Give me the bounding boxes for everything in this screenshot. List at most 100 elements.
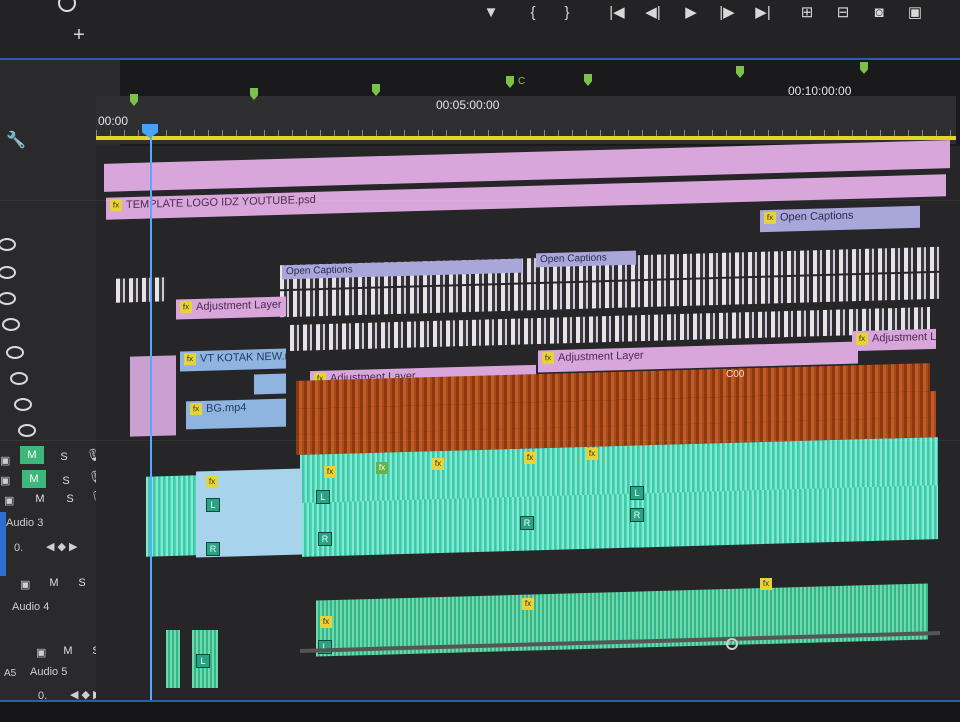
clip-label-coo: C00	[726, 369, 744, 380]
channel-left-label: L	[206, 498, 220, 512]
channel-right-label: R	[206, 542, 220, 556]
keyframe-prev-icon[interactable]: ◀ ◆ ▶	[46, 540, 78, 553]
timecode-5min: 00:05:00:00	[436, 98, 499, 112]
scroll-handle[interactable]	[726, 638, 738, 650]
track-target-highlight	[0, 512, 6, 576]
camera-icon[interactable]: ▣	[36, 646, 46, 659]
go-to-in-icon[interactable]: |◀	[606, 2, 628, 24]
clip-label: VT KOTAK NEW.n	[200, 350, 286, 365]
channel-left-label: L	[630, 486, 644, 500]
fx-badge: fx	[522, 598, 534, 610]
mark-out-icon[interactable]: }	[556, 2, 578, 24]
fx-badge: fx	[324, 466, 336, 478]
fx-badge: fx	[432, 458, 444, 470]
track-id: A5	[4, 668, 16, 679]
track-name: Audio 3	[6, 517, 43, 529]
eye-icon[interactable]	[18, 424, 36, 437]
timecode-start: 00:00	[98, 114, 128, 128]
play-icon[interactable]: ▶	[680, 2, 702, 24]
timecode-10min: 00:10:00:00	[788, 84, 851, 98]
step-back-icon[interactable]: ◀|	[642, 2, 664, 24]
lift-icon[interactable]: ⊞	[796, 2, 818, 24]
mute-button[interactable]: M	[42, 574, 66, 592]
eye-icon[interactable]	[14, 398, 32, 411]
clip-label: Adjustment Layer	[196, 299, 282, 313]
clip-adjustment-layer[interactable]: fx Adjustment Layer	[176, 296, 286, 319]
screen-artifact	[0, 200, 960, 201]
eye-icon[interactable]	[6, 346, 24, 359]
camera-icon[interactable]: ▣	[4, 494, 14, 507]
fx-badge: fx	[180, 301, 192, 313]
go-to-out-icon[interactable]: ▶|	[752, 2, 774, 24]
fx-badge: fx	[376, 462, 388, 474]
marker-icon[interactable]	[860, 62, 868, 74]
clip-vt-kotak[interactable]: fx VT KOTAK NEW.n	[180, 349, 286, 372]
clip-caption-stripes[interactable]	[116, 277, 166, 302]
marker-icon[interactable]	[506, 76, 514, 88]
fx-badge: fx	[206, 476, 218, 488]
fx-badge: fx	[764, 212, 776, 224]
clip-label: Open Captions	[780, 210, 853, 224]
solo-button[interactable]: S	[70, 574, 94, 592]
settings-icon[interactable]	[58, 0, 76, 12]
clip-label: BG.mp4	[206, 402, 246, 415]
clip-label: Adjustment Lay	[872, 330, 936, 344]
panel-border	[0, 700, 960, 722]
marker-icon[interactable]	[372, 84, 380, 96]
channel-left-label: L	[316, 490, 330, 504]
channel-right-label: R	[630, 508, 644, 522]
clip-open-captions[interactable]: Open Captions	[536, 251, 636, 268]
camera-icon[interactable]: ▣	[20, 578, 30, 591]
clip-pink-left[interactable]	[130, 355, 176, 436]
clip-label: TEMPLATE LOGO IDZ YOUTUBE.psd	[126, 194, 316, 211]
camera-icon[interactable]: ▣	[0, 474, 10, 487]
marker-icon[interactable]: ▼	[480, 2, 502, 24]
export-frame-icon[interactable]: ◙	[868, 2, 890, 24]
mute-button[interactable]: M	[20, 446, 44, 464]
wrench-icon[interactable]: 🔧	[6, 130, 26, 150]
clip-audio-waveform[interactable]	[146, 475, 196, 556]
solo-button[interactable]: S	[54, 472, 78, 490]
clip-adjustment-layer[interactable]: fx Adjustment Lay	[852, 329, 936, 351]
eye-icon[interactable]	[2, 318, 20, 331]
mute-button[interactable]: M	[22, 470, 46, 488]
playhead-line[interactable]	[150, 126, 152, 720]
solo-button[interactable]: S	[52, 448, 76, 466]
step-forward-icon[interactable]: |▶	[716, 2, 738, 24]
fx-badge: fx	[760, 578, 772, 590]
camera-icon[interactable]: ▣	[0, 454, 10, 467]
fx-badge: fx	[542, 352, 554, 364]
marker-c-label: C	[518, 76, 525, 87]
channel-left-label: L	[196, 654, 210, 668]
mute-button[interactable]: M	[56, 642, 80, 660]
track-name: Audio 4	[12, 601, 49, 613]
fx-badge: fx	[524, 452, 536, 464]
solo-button[interactable]: S	[58, 490, 82, 508]
fx-badge: fx	[110, 199, 122, 211]
fx-badge: fx	[184, 353, 196, 365]
fx-badge: fx	[320, 616, 332, 628]
channel-right-label: R	[520, 516, 534, 530]
marker-icon[interactable]	[584, 74, 592, 86]
channel-right-label: R	[318, 532, 332, 546]
fx-badge: fx	[856, 333, 868, 345]
track-name: Audio 5	[30, 666, 67, 678]
mute-button[interactable]: M	[28, 490, 52, 508]
clip-open-captions[interactable]: fx Open Captions	[760, 206, 920, 232]
clip-label: Adjustment Layer	[558, 350, 644, 364]
clip-audio-a5[interactable]	[166, 630, 180, 688]
work-area-bar[interactable]	[96, 136, 956, 140]
volume-value: 0.	[14, 542, 23, 554]
clip-bg-mp4[interactable]: fx BG.mp4	[186, 399, 286, 430]
compare-icon[interactable]: ▣	[904, 2, 926, 24]
fx-badge: fx	[190, 403, 202, 415]
marker-icon[interactable]	[736, 66, 744, 78]
plus-icon[interactable]: +	[68, 24, 90, 46]
mark-in-icon[interactable]: {	[522, 2, 544, 24]
fx-badge: fx	[586, 448, 598, 460]
clip-label: Open Captions	[540, 252, 607, 265]
program-monitor-toolbar: + ▼ { } |◀ ◀| ▶ |▶ ▶| ⊞ ⊟ ◙ ▣	[0, 0, 960, 60]
clip-blue-small[interactable]	[254, 374, 286, 395]
eye-icon[interactable]	[10, 372, 28, 385]
extract-icon[interactable]: ⊟	[832, 2, 854, 24]
